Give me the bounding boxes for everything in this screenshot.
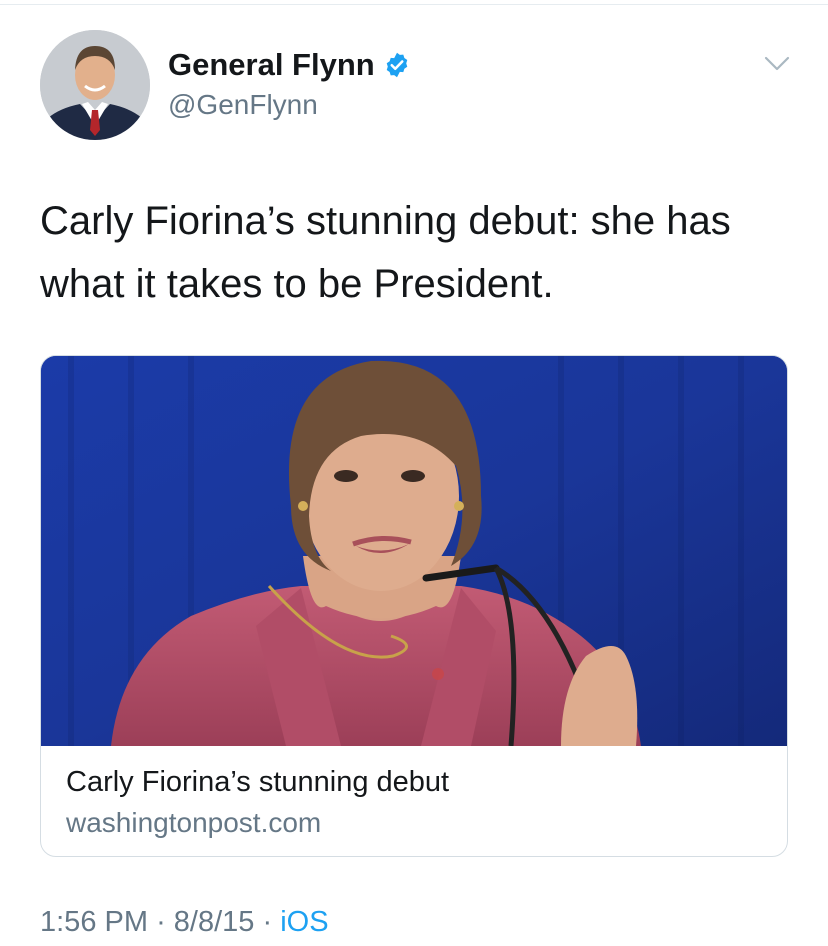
meta-separator: ·	[156, 906, 166, 938]
tweet-time[interactable]: 1:56 PM	[40, 906, 148, 938]
display-name-text[interactable]: General Flynn	[168, 47, 375, 83]
card-image[interactable]	[41, 356, 787, 746]
link-card[interactable]: Carly Fiorina’s stunning debut washingto…	[40, 355, 788, 857]
avatar[interactable]	[40, 30, 150, 140]
card-domain[interactable]: washingtonpost.com	[66, 807, 321, 839]
tweet-source-link[interactable]: iOS	[280, 906, 328, 938]
chevron-down-icon[interactable]	[762, 50, 792, 76]
verified-badge-icon	[383, 51, 411, 79]
card-title[interactable]: Carly Fiorina’s stunning debut	[66, 766, 449, 799]
tweet-date[interactable]: 8/8/15	[174, 906, 255, 938]
top-divider	[0, 4, 828, 5]
meta-separator: ·	[262, 906, 273, 938]
tweet-text: Carly Fiorina’s stunning debut: she has …	[40, 199, 731, 306]
tweet-meta: 1:56 PM · 8/8/15 · iOS	[40, 906, 329, 939]
author-handle[interactable]: @GenFlynn	[168, 89, 318, 121]
author-display-name[interactable]: General Flynn	[168, 47, 411, 83]
